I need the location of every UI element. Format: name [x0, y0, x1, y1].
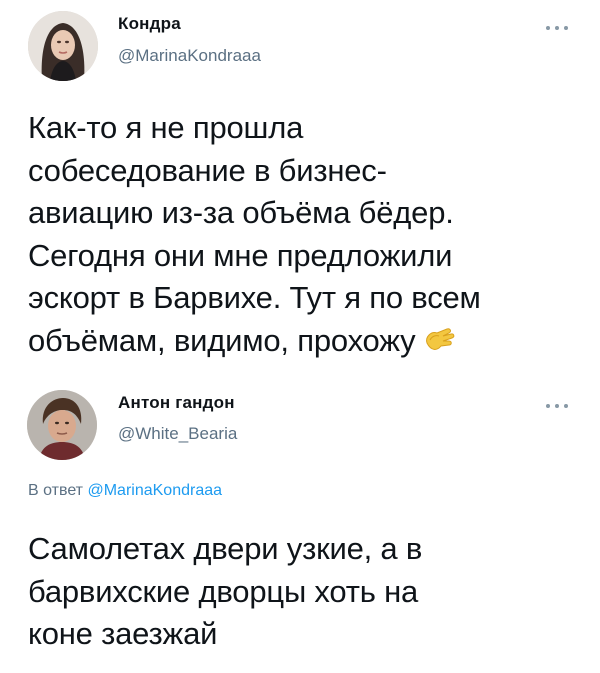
dot: [555, 404, 559, 408]
tweet-text-line: эскорт в Барвихе. Тут я по всем: [28, 280, 481, 315]
tweet-text-line: собеседование в бизнес-: [28, 152, 387, 188]
dot: [546, 26, 550, 30]
avatar[interactable]: [28, 11, 98, 81]
dot: [546, 404, 550, 408]
avatar[interactable]: [27, 390, 97, 460]
tweet-text: Самолетах двери узкие, а в барвихские дв…: [28, 528, 578, 656]
user-handle[interactable]: @MarinaKondraaa: [118, 46, 261, 66]
dot: [564, 404, 568, 408]
tweet-text-last: объёмам, видимо, прохожу: [28, 322, 416, 358]
reply-mention-link[interactable]: @MarinaKondraaa: [87, 482, 222, 499]
tweet-text-line: коне заезжай: [28, 616, 218, 651]
more-options-icon[interactable]: [546, 402, 568, 410]
user-handle[interactable]: @White_Bearia: [118, 424, 237, 444]
tweet-text-line: барвихские дворцы хоть на: [28, 573, 419, 609]
dot: [555, 26, 559, 30]
avatar-image: [28, 11, 98, 81]
clapping-hands-icon: [421, 324, 457, 367]
more-options-icon[interactable]: [546, 24, 568, 32]
tweet-text-line: Самолетах двери узкие, а в: [28, 531, 423, 566]
tweet-text-line: Как-то я не прошла: [28, 110, 304, 145]
tweet: Кондра @MarinaKondraaa Как-то я не прошл…: [0, 0, 600, 380]
tweet-text-line: Сегодня они мне предложили: [28, 237, 453, 273]
avatar-image: [27, 390, 97, 460]
dot: [564, 26, 568, 30]
tweet-text-line: авиацию из-за объёма бёдер.: [28, 195, 454, 230]
tweet: Антон гандон @White_Bearia В ответ @Mari…: [0, 380, 600, 673]
tweet-text: Как-то я не прошла собеседование в бизне…: [28, 107, 578, 366]
reply-prefix: В ответ: [28, 482, 84, 499]
display-name[interactable]: Антон гандон: [118, 393, 235, 413]
display-name[interactable]: Кондра: [118, 14, 181, 34]
reply-context: В ответ @MarinaKondraaa: [28, 482, 222, 500]
tweet-text-line: объёмам, видимо, прохожу: [28, 320, 578, 367]
